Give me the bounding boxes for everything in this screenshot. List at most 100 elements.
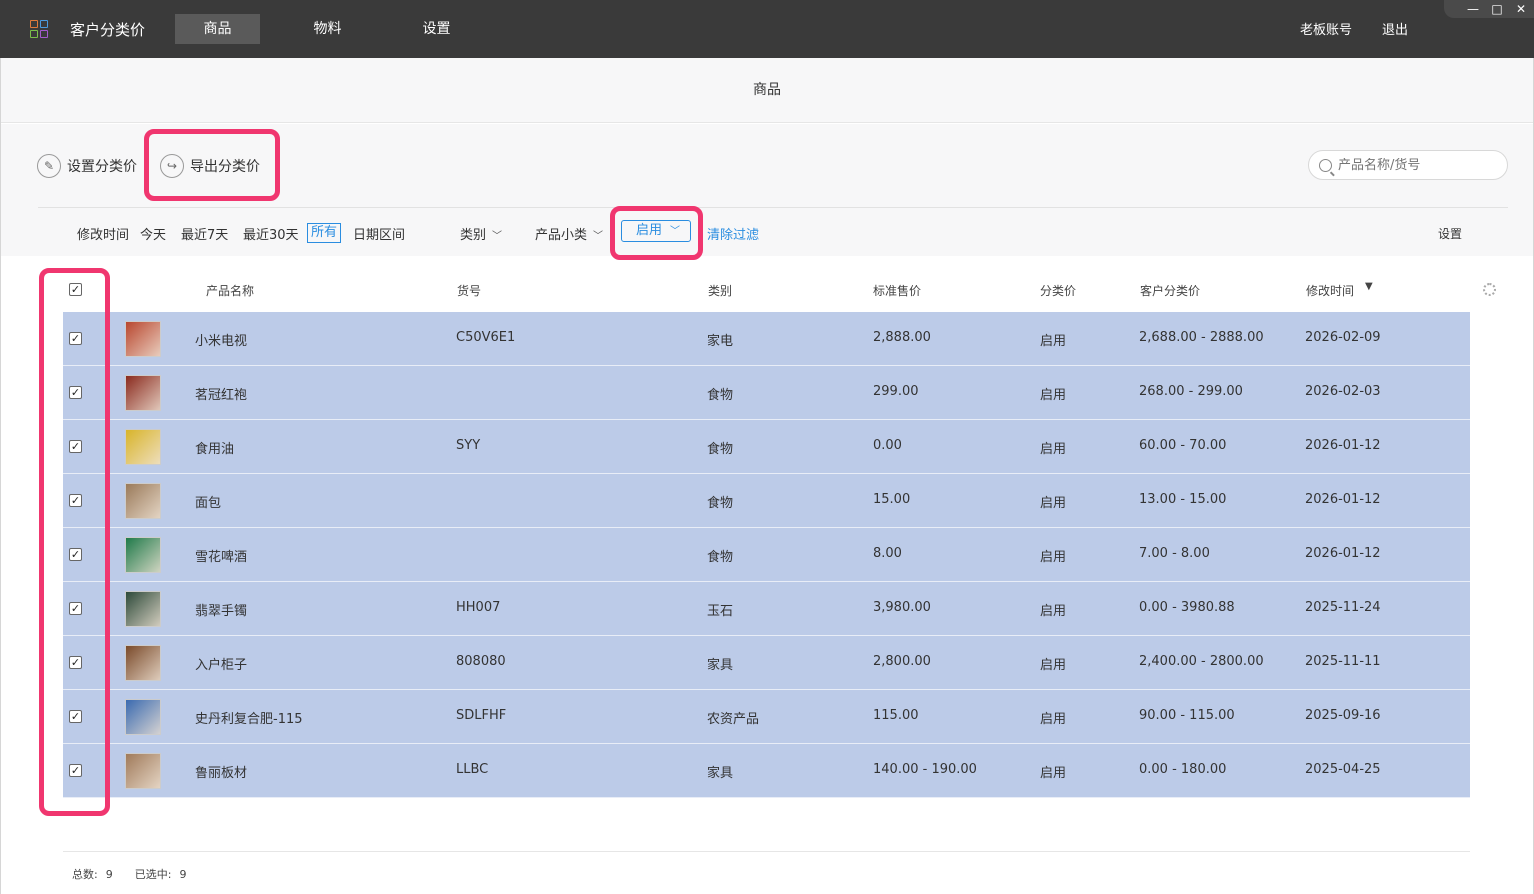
gear-icon[interactable] xyxy=(1483,283,1496,296)
cell-modified: 2025-11-24 xyxy=(1305,600,1381,615)
product-image xyxy=(126,700,160,734)
table-row[interactable]: ✓ 鲁丽板材 LLBC 家具 140.00 - 190.00 启用 0.00 - 180.0… xyxy=(63,744,1470,798)
subcategory-select[interactable]: 产品小类 ﹀ xyxy=(535,224,603,243)
cell-modified: 2026-02-09 xyxy=(1305,330,1381,345)
cell-sku: LLBC xyxy=(456,762,489,777)
table-row[interactable]: ✓ 食用油 SYY 食物 0.00 启用 60.00 - 70.00 2026-01-12 xyxy=(63,420,1470,474)
cell-cust-price: 13.00 - 15.00 xyxy=(1139,492,1227,507)
cell-class-price: 启用 xyxy=(1040,604,1067,619)
product-image xyxy=(126,376,160,410)
toolbar: ✎ 设置分类价 ↪ 导出分类价 修改时间 今天 最近7天 最近30天 所有 日期… xyxy=(1,124,1533,260)
cell-cust-price: 2,688.00 - 2888.00 xyxy=(1139,330,1264,345)
cell-std-price: 299.00 xyxy=(873,384,919,399)
modified-time-label: 修改时间 xyxy=(77,228,130,243)
filter-last30[interactable]: 最近30天 xyxy=(243,224,299,243)
product-thumbnail xyxy=(125,321,161,357)
cell-std-price: 15.00 xyxy=(873,492,911,507)
product-image xyxy=(126,754,160,788)
table-row[interactable]: ✓ 小米电视 C50V6E1 家电 2,888.00 启用 2,688.00 - 2888.… xyxy=(63,312,1470,366)
set-class-price-button[interactable]: ✎ 设置分类价 xyxy=(37,153,137,179)
table-row[interactable]: ✓ 翡翠手镯 HH007 玉石 3,980.00 启用 0.00 - 3980.88 2025… xyxy=(63,582,1470,636)
cell-sku: SYY xyxy=(456,438,481,453)
cell-std-price: 140.00 - 190.00 xyxy=(873,762,977,777)
minimize-icon[interactable]: — xyxy=(1466,2,1480,18)
cell-name: 鲁丽板材 xyxy=(195,766,248,781)
cell-sku: HH007 xyxy=(456,600,501,615)
cell-category: 家具 xyxy=(707,658,734,673)
cell-name: 入户柜子 xyxy=(195,658,248,673)
col-std-price[interactable]: 标准售价 xyxy=(873,282,921,299)
maximize-icon[interactable]: □ xyxy=(1490,2,1504,18)
logout-link[interactable]: 退出 xyxy=(1382,19,1408,38)
cell-sku: SDLFHF xyxy=(456,708,507,723)
nav-settings[interactable]: 设置 xyxy=(394,14,479,44)
cell-modified: 2026-01-12 xyxy=(1305,546,1381,561)
col-name[interactable]: 产品名称 xyxy=(206,282,254,299)
filter-all[interactable]: 所有 xyxy=(307,223,342,243)
nav-materials[interactable]: 物料 xyxy=(285,14,370,44)
cell-class-price: 启用 xyxy=(1040,496,1067,511)
cell-class-price: 启用 xyxy=(1040,442,1067,457)
app-title: 客户分类价 xyxy=(70,21,146,39)
cell-modified: 2026-02-03 xyxy=(1305,384,1381,399)
top-bar: 客户分类价 商品 物料 设置 老板账号 退出 — □ ✕ xyxy=(0,0,1534,58)
cell-category: 食物 xyxy=(707,496,734,511)
close-icon[interactable]: ✕ xyxy=(1514,2,1528,18)
cell-cust-price: 60.00 - 70.00 xyxy=(1139,438,1227,453)
cell-sku: C50V6E1 xyxy=(456,330,516,345)
edit-icon: ✎ xyxy=(37,154,61,178)
table-row[interactable]: ✓ 面包 食物 15.00 启用 13.00 - 15.00 2026-01-12 xyxy=(63,474,1470,528)
cell-std-price: 8.00 xyxy=(873,546,902,561)
product-image xyxy=(126,322,160,356)
cell-cust-price: 2,400.00 - 2800.00 xyxy=(1139,654,1264,669)
set-class-price-label: 设置分类价 xyxy=(67,159,137,175)
table-row[interactable]: ✓ 雪花啤酒 食物 8.00 启用 7.00 - 8.00 2026-01-12 xyxy=(63,528,1470,582)
cell-category: 家具 xyxy=(707,766,734,781)
nav-products[interactable]: 商品 xyxy=(175,14,260,44)
cell-class-price: 启用 xyxy=(1040,712,1067,727)
col-cust-price[interactable]: 客户分类价 xyxy=(1140,282,1200,299)
col-class-price[interactable]: 分类价 xyxy=(1040,282,1076,299)
total-count: 总数: 9 xyxy=(72,868,113,881)
window-controls: — □ ✕ xyxy=(1466,2,1528,18)
table-row[interactable]: ✓ 茗冠红袍 食物 299.00 启用 268.00 - 299.00 2026-02-03 xyxy=(63,366,1470,420)
product-thumbnail xyxy=(125,429,161,465)
cell-std-price: 115.00 xyxy=(873,708,919,723)
cell-category: 食物 xyxy=(707,550,734,565)
category-select[interactable]: 类别 ﹀ xyxy=(460,224,502,243)
col-sku[interactable]: 货号 xyxy=(457,282,481,299)
app-logo-icon xyxy=(30,20,48,38)
product-image xyxy=(126,538,160,572)
cell-modified: 2025-09-16 xyxy=(1305,708,1381,723)
account-link[interactable]: 老板账号 xyxy=(1300,19,1352,38)
product-image xyxy=(126,430,160,464)
category-select-label: 类别 xyxy=(460,228,487,243)
col-category[interactable]: 类别 xyxy=(708,282,732,299)
search-input[interactable] xyxy=(1338,157,1488,173)
col-modified[interactable]: 修改时间 xyxy=(1306,282,1354,299)
cell-class-price: 启用 xyxy=(1040,658,1067,673)
product-thumbnail xyxy=(125,699,161,735)
filter-date-range[interactable]: 日期区间 xyxy=(353,224,405,243)
cell-sku: 808080 xyxy=(456,654,506,669)
product-image xyxy=(126,592,160,626)
filter-today[interactable]: 今天 xyxy=(140,224,166,243)
subcategory-select-label: 产品小类 xyxy=(535,228,588,243)
cell-cust-price: 0.00 - 180.00 xyxy=(1139,762,1227,777)
cell-name: 茗冠红袍 xyxy=(195,388,248,403)
sort-desc-icon[interactable]: ▼ xyxy=(1365,281,1373,292)
search-icon xyxy=(1319,158,1332,172)
cell-std-price: 0.00 xyxy=(873,438,902,453)
product-image xyxy=(126,646,160,680)
search-box[interactable] xyxy=(1308,150,1508,180)
cell-modified: 2026-01-12 xyxy=(1305,438,1381,453)
table-settings-link[interactable]: 设置 xyxy=(1438,225,1462,242)
table-row[interactable]: ✓ 入户柜子 808080 家具 2,800.00 启用 2,400.00 - 2800.0… xyxy=(63,636,1470,690)
table-row[interactable]: ✓ 史丹利复合肥-115 SDLFHF 农资产品 115.00 启用 90.00 - 115… xyxy=(63,690,1470,744)
clear-filter-link[interactable]: 清除过滤 xyxy=(707,224,759,243)
cell-name: 翡翠手镯 xyxy=(195,604,248,619)
filter-last7[interactable]: 最近7天 xyxy=(181,224,228,243)
table-footer: 总数: 9 已选中: 9 xyxy=(72,866,186,882)
cell-cust-price: 90.00 - 115.00 xyxy=(1139,708,1235,723)
footer-divider xyxy=(63,851,1470,852)
